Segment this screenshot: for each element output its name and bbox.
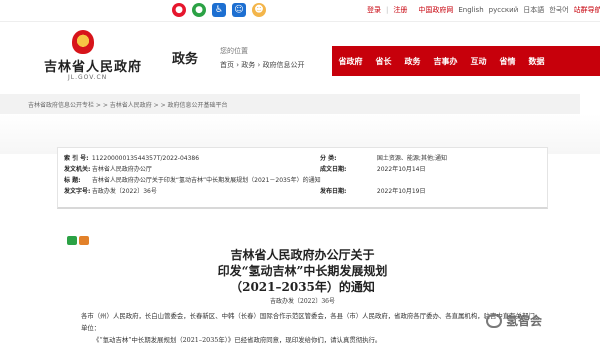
elder-mode-icon[interactable]: ☺ — [232, 3, 246, 17]
login-link[interactable]: 登录 — [367, 4, 381, 16]
nav-item-governor[interactable]: 省长 — [369, 56, 398, 67]
japanese-link[interactable]: 日本語 — [523, 4, 544, 16]
index-label: 索 引 号: — [64, 155, 89, 162]
social-icons: ● ● ♿ ☺ ☻ — [172, 3, 266, 19]
weibo-icon[interactable]: ● — [172, 3, 186, 17]
breadcrumb: 首页 › 政务 › 政府信息公开 — [220, 60, 305, 70]
article-title-line1: 吉林省人民政府办公厅关于 — [230, 248, 375, 262]
created-row: 成文日期: 2022年10月14日 — [320, 165, 425, 175]
title-value: 吉林省人民政府办公厅关于印发“氢动吉林”中长期发展规划（2021－2035年）的… — [91, 177, 321, 184]
title-row: 标 题: 吉林省人民政府办公厅关于印发“氢动吉林”中长期发展规划（2021－20… — [64, 176, 321, 186]
nav-item-interact[interactable]: 互动 — [464, 56, 493, 67]
published-label: 发布日期: — [320, 188, 347, 195]
breadcrumb-gov[interactable]: 政务 — [241, 61, 255, 69]
issuer-label: 发文机关: — [64, 166, 91, 173]
nav-item-data[interactable]: 数据 — [522, 56, 551, 67]
share-icons — [67, 236, 89, 245]
korean-link[interactable]: 한국어 — [549, 4, 568, 16]
article: 吉林省人民政府办公厅关于 印发“氢动吉林”中长期发展规划 （2021–2035年… — [57, 212, 548, 350]
created-label: 成文日期: — [320, 166, 347, 173]
created-value: 2022年10月14日 — [376, 166, 426, 173]
russian-link[interactable]: русский — [489, 4, 519, 16]
issuer-row: 发文机关: 吉林省人民政府办公厅 — [64, 165, 152, 175]
article-title-line2: 印发“氢动吉林”中长期发展规划 — [217, 264, 388, 278]
watermark-text: 氢智会 — [506, 314, 543, 328]
article-paragraph: 《“氢动吉林”中长期发展规划（2021–2035年）》已经省政府同意，现印发给你… — [93, 336, 382, 344]
category-value: 国土资源、能源;其他;通知 — [376, 155, 447, 162]
category-row: 分 类: 国土资源、能源;其他;通知 — [320, 154, 447, 164]
separator: | — [386, 6, 389, 14]
published-row: 发布日期: 2022年10月19日 — [320, 187, 425, 197]
header: 吉林省人民政府 JL.GOV.CN 政务 您的位置 首页 › 政务 › 政府信息… — [0, 22, 600, 82]
nav-item-province-gov[interactable]: 省政府 — [332, 56, 369, 67]
section-label: 政务 — [172, 52, 199, 67]
site-title[interactable]: 吉林省人民政府 — [44, 56, 142, 75]
category-label: 分 类: — [320, 155, 337, 162]
accessibility-icon[interactable]: ♿ — [212, 3, 226, 17]
sitemap-link[interactable]: 站群导航 — [574, 4, 600, 16]
china-gov-link[interactable]: 中国政府网 — [418, 4, 453, 16]
position-label: 您的位置 — [220, 47, 248, 55]
index-row: 索 引 号: 11220000013544357T/2022-04386 — [64, 154, 199, 164]
breadcrumb-home[interactable]: 首页 — [220, 61, 234, 69]
top-bar: ● ● ♿ ☺ ☻ 登录 | 注册 中国政府网 English русский … — [0, 0, 600, 22]
breadcrumb-sep: › — [236, 61, 240, 69]
document-info-card: 索 引 号: 11220000013544357T/2022-04386 分 类… — [57, 147, 548, 209]
index-value: 11220000013544357T/2022-04386 — [91, 155, 200, 162]
wechat-share-icon[interactable] — [67, 236, 77, 245]
watermark-logo-icon — [486, 313, 502, 328]
docno-value: 吉政办发〔2022〕36号 — [91, 188, 157, 195]
breadcrumb-info[interactable]: 政府信息公开 — [263, 61, 305, 69]
info-path[interactable]: 吉林省政府信息公开专栏 > > 吉林省人民政府 > > 政府信息公开基础平台 — [28, 100, 228, 109]
article-doc-number: 吉政办发〔2022〕36号 — [270, 298, 335, 305]
info-path-band: 吉林省政府信息公开专栏 > > 吉林省人民政府 > > 政府信息公开基础平台 — [0, 94, 580, 114]
english-link[interactable]: English — [458, 4, 483, 16]
nav-item-affairs[interactable]: 政务 — [398, 56, 427, 67]
weibo-share-icon[interactable] — [79, 236, 89, 245]
breadcrumb-sep: › — [257, 61, 261, 69]
top-links: 登录 | 注册 中国政府网 English русский 日本語 한국어 站群… — [367, 4, 600, 16]
nav-item-services[interactable]: 吉事办 — [427, 56, 464, 67]
mascot-icon[interactable]: ☻ — [252, 3, 266, 17]
article-title-line3: （2021–2035年）的通知 — [230, 280, 375, 294]
nav-item-province-info[interactable]: 省情 — [493, 56, 522, 67]
docno-label: 发文字号: — [64, 188, 91, 195]
main-nav: 省政府 省长 政务 吉事办 互动 省情 数据 — [332, 46, 600, 76]
title-label: 标 题: — [64, 177, 81, 184]
wechat-icon[interactable]: ● — [192, 3, 206, 17]
site-domain: JL.GOV.CN — [68, 74, 108, 81]
watermark: 氢智会 — [486, 312, 542, 329]
register-link[interactable]: 注册 — [393, 4, 407, 16]
published-value: 2022年10月19日 — [376, 188, 426, 195]
issuer-value: 吉林省人民政府办公厅 — [91, 166, 152, 173]
docno-row: 发文字号: 吉政办发〔2022〕36号 — [64, 187, 157, 197]
article-paragraph: 各市（州）人民政府，长白山管委会，长春新区、中韩（长春）国际合作示范区管委会，各… — [81, 312, 542, 332]
national-emblem-icon — [72, 30, 94, 54]
